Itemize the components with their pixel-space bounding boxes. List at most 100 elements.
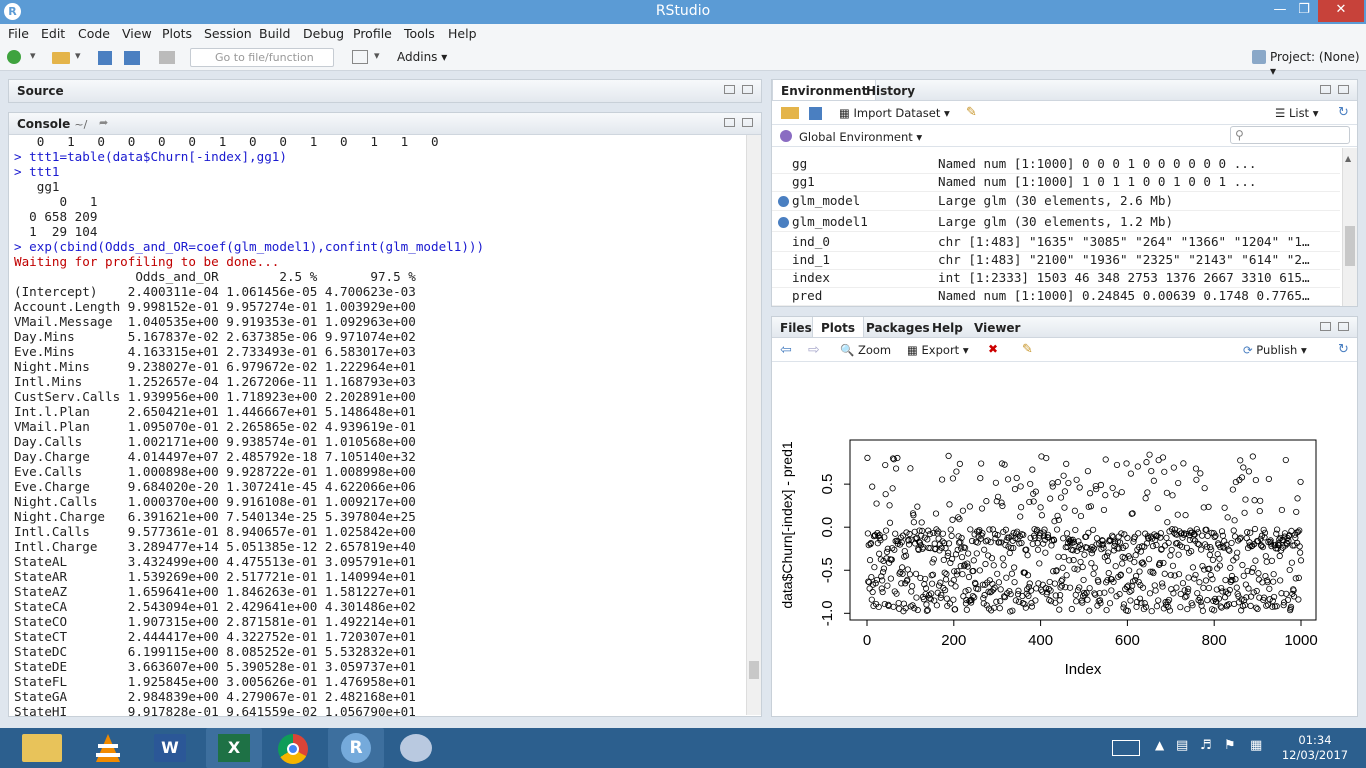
layout-dropdown-icon[interactable]: ▾ <box>374 49 380 66</box>
files-maximize-icon[interactable] <box>1338 322 1349 331</box>
data-point <box>1222 577 1229 584</box>
clock[interactable]: 01:34 12/03/2017 <box>1280 733 1350 763</box>
file-explorer-icon[interactable] <box>22 734 62 762</box>
x-tick-label: 800 <box>1202 632 1227 649</box>
load-workspace-icon[interactable] <box>781 107 799 119</box>
console-output[interactable]: 0 1 0 0 0 0 1 0 0 1 0 1 1 0 > ttt1=table(… <box>8 134 748 716</box>
expand-object-icon[interactable] <box>778 196 789 207</box>
refresh-env-icon[interactable]: ↻ <box>1338 105 1349 122</box>
data-point <box>1131 533 1138 540</box>
environment-scope-select[interactable]: Global Environment ▾ <box>799 130 922 147</box>
restore-icon[interactable]: ❐ <box>1290 0 1318 22</box>
env-row[interactable]: ind_1 chr [1:483] "2100" "1936" "2325" "2… <box>772 252 1340 270</box>
env-maximize-icon[interactable] <box>1338 85 1349 94</box>
menu-plots[interactable]: Plots <box>162 26 192 41</box>
save-icon[interactable] <box>98 51 112 65</box>
addins-button[interactable]: Addins ▾ <box>397 50 447 67</box>
env-row[interactable]: glm_model Large glm (30 elements, 2.6 Mb) <box>772 193 1340 211</box>
menu-view[interactable]: View <box>122 26 152 41</box>
env-row[interactable]: pred Named num [1:1000] 0.24845 0.00639 0… <box>772 288 1340 306</box>
keyboard-icon[interactable] <box>1112 740 1140 756</box>
chrome-icon[interactable] <box>278 734 308 764</box>
scroll-up-icon[interactable]: ▲ <box>1345 154 1355 163</box>
volume-icon[interactable]: ♬ <box>1200 738 1212 753</box>
new-file-dropdown-icon[interactable]: ▾ <box>30 49 36 66</box>
expand-object-icon[interactable] <box>778 217 789 228</box>
console-tab[interactable]: Console ~/ <box>9 113 95 134</box>
clear-workspace-icon[interactable]: ✎ <box>966 105 977 122</box>
files-minimize-icon[interactable] <box>1320 322 1331 331</box>
source-minimize-icon[interactable] <box>724 85 735 94</box>
network-icon[interactable]: ▤ <box>1176 738 1188 753</box>
tab-viewer[interactable]: Viewer <box>966 317 1028 337</box>
source-maximize-icon[interactable] <box>742 85 753 94</box>
paint-icon[interactable] <box>400 734 432 762</box>
export-button[interactable]: ▦ Export ▾ <box>907 343 969 360</box>
data-point <box>930 556 937 563</box>
zoom-button[interactable]: 🔍 Zoom <box>840 343 891 360</box>
project-menu[interactable]: Project: (None) ▾ <box>1270 50 1366 78</box>
refresh-plot-icon[interactable]: ↻ <box>1338 342 1349 359</box>
publish-button[interactable]: ⟳ Publish ▾ <box>1243 343 1307 360</box>
env-search-input[interactable]: ⚲ <box>1230 126 1350 144</box>
grid-layout-icon[interactable] <box>352 50 368 64</box>
remove-plot-icon[interactable]: ✖ <box>988 342 998 359</box>
new-file-icon[interactable] <box>7 50 21 64</box>
env-scrollbar[interactable]: ▲ <box>1342 148 1357 306</box>
tab-history[interactable]: History <box>858 80 923 100</box>
menu-tools[interactable]: Tools <box>404 26 435 41</box>
console-minimize-icon[interactable] <box>724 118 735 127</box>
goto-file-input[interactable]: Go to file/function <box>190 48 334 67</box>
view-mode-list[interactable]: ☰ List ▾ <box>1275 106 1319 123</box>
import-dataset-button[interactable]: ▦ Import Dataset ▾ <box>839 106 950 123</box>
next-plot-icon[interactable]: ⇨ <box>808 342 820 359</box>
menu-file[interactable]: File <box>8 26 29 41</box>
open-recent-dropdown-icon[interactable]: ▾ <box>75 49 81 66</box>
console-command-line: > exp(cbind(Odds_and_OR=coef(glm_model1)… <box>14 239 485 254</box>
excel-taskbar-item[interactable]: X <box>206 728 262 768</box>
data-point <box>1265 475 1272 483</box>
word-icon[interactable]: W <box>154 734 186 762</box>
close-icon[interactable]: ✕ <box>1318 0 1364 22</box>
menu-session[interactable]: Session <box>204 26 252 41</box>
open-file-icon[interactable] <box>52 52 70 64</box>
menu-edit[interactable]: Edit <box>41 26 65 41</box>
console-scrollbar[interactable] <box>746 135 761 715</box>
tab-plots[interactable]: Plots <box>812 317 865 337</box>
console-command-line: > ttt1 <box>14 164 60 179</box>
env-row[interactable]: gg Named num [1:1000] 0 0 0 1 0 0 0 0 0 0… <box>772 156 1340 174</box>
env-row[interactable]: ind_0 chr [1:483] "1635" "3085" "264" "13… <box>772 234 1340 252</box>
goto-working-dir-icon[interactable]: ➦ <box>99 116 108 133</box>
save-workspace-icon[interactable] <box>809 107 822 120</box>
data-point <box>977 475 984 482</box>
menu-code[interactable]: Code <box>78 26 110 41</box>
menu-debug[interactable]: Debug <box>303 26 344 41</box>
menu-profile[interactable]: Profile <box>353 26 392 41</box>
rstudio-taskbar-item[interactable]: R <box>328 728 384 768</box>
console-scroll-thumb[interactable] <box>749 661 759 679</box>
data-point <box>892 530 899 537</box>
env-row[interactable]: gg1 Named num [1:1000] 1 0 1 1 0 0 1 0 0 … <box>772 174 1340 192</box>
data-point <box>1251 525 1259 533</box>
data-point <box>1182 512 1189 519</box>
env-row[interactable]: glm_model1 Large glm (30 elements, 1.2 Mb… <box>772 214 1340 232</box>
clear-plots-icon[interactable]: ✎ <box>1022 342 1033 359</box>
action-center-flag-icon[interactable]: ⚑ <box>1224 738 1236 753</box>
env-minimize-icon[interactable] <box>1320 85 1331 94</box>
vlc-icon[interactable] <box>90 732 126 768</box>
print-icon[interactable] <box>159 51 175 64</box>
menu-help[interactable]: Help <box>448 26 477 41</box>
tray-expand-icon[interactable]: ▲ <box>1155 738 1164 752</box>
save-all-icon[interactable] <box>124 51 140 65</box>
env-row[interactable]: index int [1:2333] 1503 46 348 2753 1376 … <box>772 270 1340 288</box>
language-icon[interactable]: ▦ <box>1250 738 1262 753</box>
data-point <box>912 570 920 577</box>
prev-plot-icon[interactable]: ⇦ <box>780 342 792 359</box>
data-point <box>1161 468 1168 475</box>
data-point <box>935 535 942 542</box>
menu-build[interactable]: Build <box>259 26 290 41</box>
env-scroll-thumb[interactable] <box>1345 226 1355 266</box>
source-title[interactable]: Source <box>9 80 72 102</box>
console-maximize-icon[interactable] <box>742 118 753 127</box>
tab-help[interactable]: Help <box>924 317 971 337</box>
